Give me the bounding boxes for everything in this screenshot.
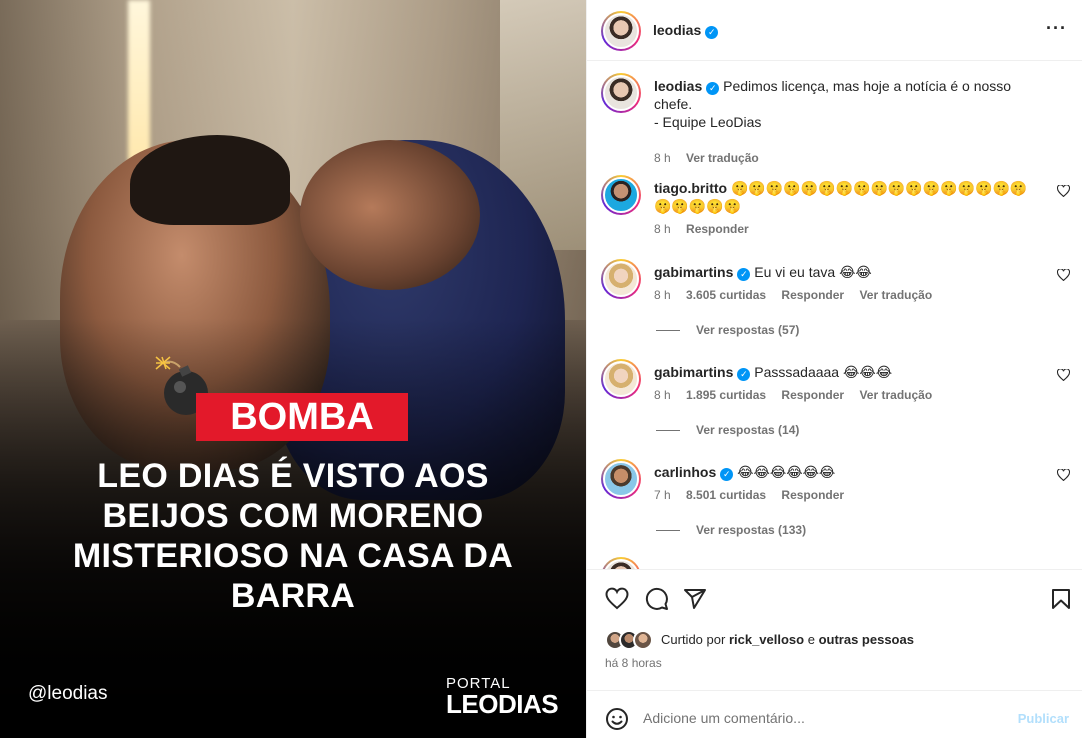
like-comment-heart-icon[interactable] [1056, 368, 1071, 382]
comment-body: 😂😂😂😂😂😂 [737, 464, 836, 480]
bomba-badge: BOMBA [196, 393, 408, 441]
caption-text: leodias ✓ Pedimos licença, mas hoje a not… [654, 77, 1044, 113]
replies-divider [656, 430, 680, 432]
liked-by-conjunction: e [807, 632, 815, 647]
like-comment-heart-icon[interactable] [1056, 468, 1071, 482]
like-comment-heart-icon[interactable] [1056, 268, 1071, 282]
comment-avatar[interactable] [601, 259, 641, 299]
reply-link[interactable]: Responder [686, 222, 749, 236]
portal-leodias-logo: PORTAL LEODIAS [446, 676, 559, 719]
comment-text: tiago.britto 🤫🤫🤫🤫🤫🤫🤫🤫🤫🤫🤫🤫🤫🤫🤫🤫🤫🤫🤫🤫🤫🤫 [654, 179, 1034, 215]
comment-avatar[interactable] [601, 557, 641, 569]
emoji-smile-icon[interactable] [605, 707, 629, 731]
caption-translate-link[interactable]: Ver tradução [686, 151, 759, 165]
like-comment-heart-icon[interactable] [1056, 184, 1071, 198]
comment-body: Eu vi eu tava 😂😂 [754, 264, 872, 280]
comment-username[interactable]: tiago.britto [654, 180, 727, 196]
post-headline: LEO DIAS É VISTO AOS BEIJOS COM MORENO M… [72, 457, 514, 615]
comment-meta: 8 h Responder [654, 222, 761, 236]
replies-divider [656, 330, 680, 332]
view-replies-label[interactable]: Ver respostas (57) [696, 323, 799, 337]
verified-icon: ✓ [737, 368, 751, 381]
publish-button[interactable]: Publicar [1018, 711, 1069, 726]
liked-by-text: Curtido por rick_velloso e outras pessoa… [661, 632, 914, 647]
caption-avatar[interactable] [601, 73, 641, 113]
liked-by-prefix: Curtido por [661, 632, 726, 647]
liked-by-avatars[interactable] [605, 630, 659, 650]
author-avatar[interactable] [601, 11, 641, 51]
reply-link[interactable]: Responder [781, 488, 844, 502]
comment-avatar[interactable] [601, 175, 641, 215]
like-heart-icon[interactable] [605, 587, 629, 611]
comment-icon[interactable] [645, 587, 669, 611]
comment-text: gabimartins ✓ Eu vi eu tava 😂😂 [654, 263, 1044, 281]
liked-by-others[interactable]: outras pessoas [819, 632, 914, 647]
view-replies-label[interactable]: Ver respostas (133) [696, 523, 806, 537]
comment-body: Passsadaaaa 😂😂😂 [754, 364, 893, 380]
post-header: leodias ✓ ··· [587, 0, 1082, 61]
view-replies-button[interactable]: Ver respostas (57) [656, 323, 799, 337]
save-bookmark-icon[interactable] [1049, 587, 1073, 611]
comment-time[interactable]: 8 h [654, 222, 671, 236]
add-comment-bar: Publicar [587, 690, 1082, 738]
verified-icon: ✓ [706, 82, 720, 95]
view-replies-button[interactable]: Ver respostas (14) [656, 423, 799, 437]
comment-text: carlinhos ✓ 😂😂😂😂😂😂 [654, 463, 1044, 481]
caption-meta: 8 h Ver tradução [654, 151, 771, 165]
comments-list[interactable]: leodias ✓ Pedimos licença, mas hoje a not… [587, 61, 1082, 569]
liked-by-user[interactable]: rick_velloso [729, 632, 804, 647]
comment-likes[interactable]: 1.895 curtidas [686, 388, 766, 402]
comment-username[interactable]: gabimartins [654, 364, 733, 380]
comment-avatar[interactable] [601, 359, 641, 399]
caption-signature: - Equipe LeoDias [654, 114, 762, 130]
post-time-ago[interactable]: há 8 horas [605, 656, 662, 670]
post-media[interactable]: BOMBA LEO DIAS É VISTO AOS BEIJOS COM MO… [0, 0, 586, 738]
comment-username[interactable]: carlinhos [654, 464, 716, 480]
verified-icon: ✓ [705, 26, 719, 39]
view-replies-label[interactable]: Ver respostas (14) [696, 423, 799, 437]
translate-link[interactable]: Ver tradução [859, 288, 932, 302]
comment-username[interactable]: gabimartins [654, 264, 733, 280]
author-username-text[interactable]: leodias [653, 22, 701, 38]
translate-link[interactable]: Ver tradução [859, 388, 932, 402]
share-icon[interactable] [683, 587, 707, 611]
comment-time[interactable]: 8 h [654, 388, 671, 402]
photo-head-right [300, 140, 480, 290]
comment-meta: 8 h 1.895 curtidas Responder Ver traduçã… [654, 388, 944, 402]
post-actions: Curtido por rick_velloso e outras pessoa… [587, 569, 1082, 738]
comment-time[interactable]: 8 h [654, 288, 671, 302]
comment-text: gabimartins ✓ Passsadaaaa 😂😂😂 [654, 363, 1044, 381]
comment-likes[interactable]: 3.605 curtidas [686, 288, 766, 302]
reply-link[interactable]: Responder [781, 388, 844, 402]
replies-divider [656, 530, 680, 532]
view-replies-button[interactable]: Ver respostas (133) [656, 523, 806, 537]
comment-avatar[interactable] [601, 459, 641, 499]
reply-link[interactable]: Responder [781, 288, 844, 302]
brand-bottom: LEODIAS [446, 689, 559, 719]
verified-icon: ✓ [720, 468, 734, 481]
more-options-icon[interactable]: ··· [1046, 18, 1067, 39]
verified-icon: ✓ [737, 268, 751, 281]
comment-meta: 7 h 8.501 curtidas Responder [654, 488, 856, 502]
caption-username[interactable]: leodias [654, 78, 702, 94]
post-side-panel: leodias ✓ ··· leodias ✓ Pedimos licença, m… [586, 0, 1082, 738]
comment-input[interactable] [643, 705, 1003, 731]
author-username[interactable]: leodias ✓ [653, 22, 719, 39]
comment-likes[interactable]: 8.501 curtidas [686, 488, 766, 502]
comment-meta: 8 h 3.605 curtidas Responder Ver traduçã… [654, 288, 944, 302]
caption-time[interactable]: 8 h [654, 151, 671, 165]
media-handle: @leodias [28, 683, 108, 704]
comment-time[interactable]: 7 h [654, 488, 671, 502]
